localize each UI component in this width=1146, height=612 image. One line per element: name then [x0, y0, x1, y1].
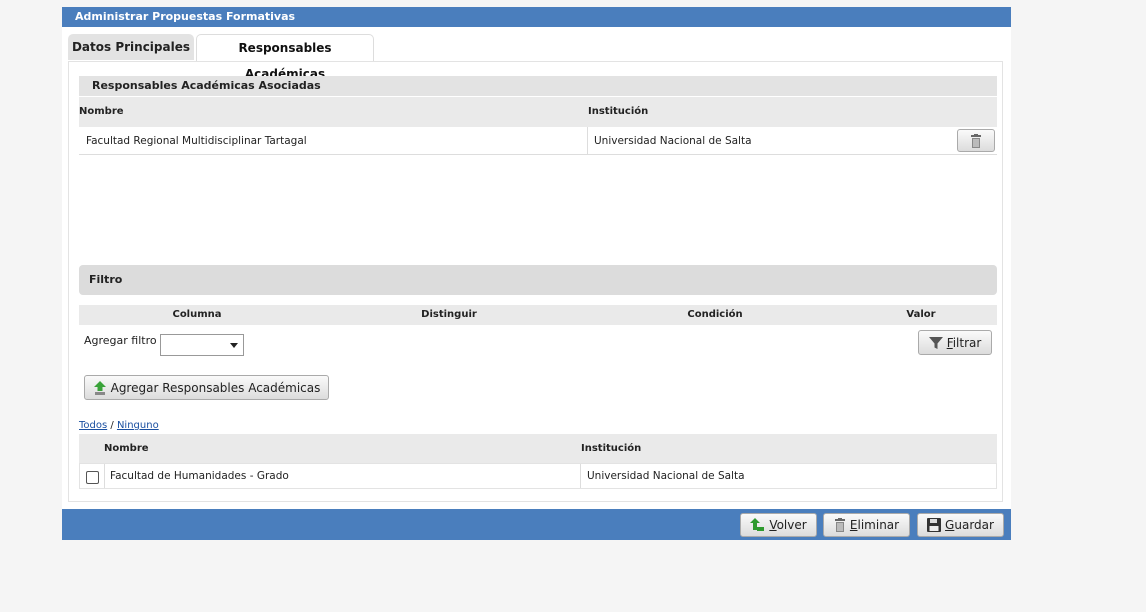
- row-nombre: Facultad Regional Multidisciplinar Tarta…: [86, 135, 307, 147]
- disponibles-table-header: Nombre Institución: [79, 434, 997, 464]
- delete-row-button[interactable]: [957, 129, 995, 152]
- filter-column-valor: Valor: [906, 309, 936, 320]
- column-divider: [587, 127, 588, 155]
- filter-column-condicion: Condición: [687, 309, 743, 320]
- column-divider: [580, 464, 581, 488]
- column-header-institucion: Institución: [581, 443, 642, 454]
- row-institucion: Universidad Nacional de Salta: [594, 135, 752, 147]
- guardar-label-rest: uardar: [954, 518, 994, 532]
- floppy-icon: [927, 518, 942, 532]
- filter-column-columna: Columna: [172, 309, 222, 320]
- volver-accesskey: V: [769, 518, 777, 532]
- main-window: Administrar Propuestas Formativas Datos …: [62, 7, 1011, 540]
- filter-button-label-rest: iltrar: [952, 335, 982, 350]
- asociadas-section-title: Responsables Académicas Asociadas: [79, 76, 997, 96]
- eliminar-accesskey: E: [849, 518, 858, 532]
- add-responsables-button[interactable]: Agregar Responsables Académicas: [84, 375, 329, 400]
- filter-button-label: Filtrar: [947, 336, 982, 350]
- trash-icon: [971, 133, 981, 148]
- trash-icon: [834, 518, 845, 532]
- guardar-button[interactable]: Guardar: [917, 513, 1004, 537]
- column-header-nombre: Nombre: [79, 106, 124, 117]
- filter-section-title: Filtro: [79, 265, 997, 295]
- row-checkbox[interactable]: [86, 471, 99, 484]
- add-filter-select[interactable]: [160, 334, 244, 356]
- add-arrow-icon: [93, 380, 106, 395]
- eliminar-label-rest: liminar: [857, 518, 900, 532]
- column-header-nombre: Nombre: [104, 443, 149, 454]
- guardar-label: Guardar: [945, 518, 994, 532]
- tab-datos-principales[interactable]: Datos Principales: [68, 34, 194, 60]
- selection-links: Todos / Ninguno: [79, 420, 159, 431]
- guardar-accesskey: G: [945, 518, 955, 532]
- tab-panel: Responsables Académicas Asociadas Nombre…: [68, 61, 1003, 502]
- filter-button[interactable]: Filtrar: [918, 330, 992, 355]
- selection-separator: /: [110, 420, 114, 431]
- funnel-icon: [928, 336, 943, 349]
- footer-bar: Volver Eliminar Guardar: [62, 509, 1011, 540]
- back-arrow-icon: [750, 518, 765, 531]
- add-filter-label: Agregar filtro: [84, 334, 157, 347]
- filter-column-distinguir: Distinguir: [421, 309, 477, 320]
- column-header-institucion: Institución: [588, 106, 649, 117]
- volver-label: Volver: [769, 518, 806, 532]
- eliminar-button[interactable]: Eliminar: [823, 513, 910, 537]
- volver-button[interactable]: Volver: [740, 513, 817, 537]
- select-none-link[interactable]: Ninguno: [117, 420, 159, 431]
- filter-table-header: Columna Distinguir Condición Valor: [79, 305, 997, 325]
- window-title: Administrar Propuestas Formativas: [62, 7, 1011, 27]
- add-responsables-label: Agregar Responsables Académicas: [110, 380, 321, 395]
- row-nombre: Facultad de Humanidades - Grado: [110, 470, 289, 482]
- eliminar-label: Eliminar: [850, 518, 899, 532]
- select-all-link[interactable]: Todos: [79, 420, 107, 431]
- row-institucion: Universidad Nacional de Salta: [587, 470, 745, 482]
- volver-label-rest: olver: [776, 518, 807, 532]
- table-row: Facultad Regional Multidisciplinar Tarta…: [79, 127, 997, 155]
- column-divider: [104, 464, 105, 488]
- tab-responsables-academicas[interactable]: Responsables Académicas: [196, 34, 374, 81]
- asociadas-table-header: Nombre Institución: [79, 97, 997, 127]
- table-row: Facultad de Humanidades - Grado Universi…: [79, 463, 997, 489]
- chevron-down-icon: [230, 343, 238, 348]
